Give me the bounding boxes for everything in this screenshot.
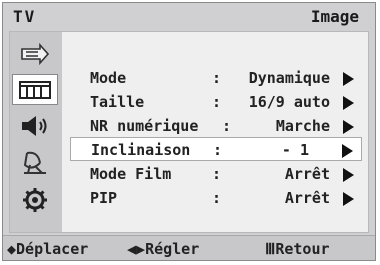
input-icon[interactable] — [12, 38, 58, 69]
left-right-icon: ◀▶ — [127, 240, 146, 258]
move-label: Déplacer — [16, 240, 89, 258]
arrow-right-icon — [343, 168, 354, 182]
sound-icon[interactable] — [12, 110, 58, 141]
back-label: Retour — [275, 240, 330, 258]
separator: : — [212, 69, 222, 87]
separator: : — [212, 165, 222, 183]
separator: : — [212, 93, 222, 111]
menu-panel: Mode : Dynamique Taille : 16/9 auto NR n… — [9, 31, 369, 233]
page-title: Image — [310, 7, 359, 26]
menu-item-label: NR numérique — [90, 117, 199, 135]
menu-item-value: Arrêt — [284, 165, 330, 183]
menu-item-label: Mode Film — [90, 165, 172, 183]
menu-item-value: Arrêt — [284, 189, 330, 207]
move-hint: ◆Déplacer — [7, 240, 88, 258]
separator: : — [212, 189, 222, 207]
menu-item-taille[interactable]: Taille : 16/9 auto — [72, 90, 360, 114]
menu-item-mode[interactable]: Mode : Dynamique — [72, 66, 360, 90]
picture-icon[interactable] — [12, 74, 58, 105]
separator: : — [213, 141, 223, 159]
menu-item-label: Inclinaison — [91, 141, 191, 159]
adjust-label: Régler — [145, 240, 200, 258]
setup-icon[interactable] — [12, 184, 58, 215]
title-bar: TV Image — [3, 3, 375, 29]
category-sidebar — [10, 32, 62, 232]
menu-item-nr-numerique[interactable]: NR numérique : Marche — [72, 114, 360, 138]
menu-item-label: PIP — [90, 189, 118, 207]
menu-icon: Ⅲ — [265, 240, 276, 258]
arrow-right-icon — [343, 120, 354, 134]
menu-item-inclinaison[interactable]: Inclinaison : - 1 — [70, 137, 362, 161]
menu-item-value: - 1 — [281, 141, 309, 159]
arrow-right-icon — [342, 144, 353, 158]
menu-item-label: Taille — [90, 93, 145, 111]
menu-item-value: Dynamique — [248, 69, 330, 87]
menu-item-label: Mode — [90, 69, 127, 87]
arrow-right-icon — [343, 192, 354, 206]
arrow-right-icon — [343, 72, 354, 86]
adjust-hint: ◀▶Régler — [127, 240, 199, 258]
menu-item-pip[interactable]: PIP : Arrêt — [72, 186, 360, 210]
osd-menu: TV Image Mode: Dynamique Taille: 16/9 … — [2, 2, 376, 261]
separator: : — [222, 117, 232, 135]
arrow-right-icon — [343, 96, 354, 110]
menu-item-mode-film[interactable]: Mode Film : Arrêt — [72, 162, 360, 186]
channel-icon[interactable] — [12, 146, 58, 177]
menu-item-value: 16/9 auto — [248, 93, 330, 111]
help-bar: ◆Déplacer ◀▶Régler ⅢRetour — [3, 235, 375, 260]
back-hint: ⅢRetour — [265, 240, 330, 258]
up-down-icon: ◆ — [7, 240, 17, 258]
menu-item-value: Marche — [275, 117, 330, 135]
source-label: TV — [13, 7, 37, 26]
